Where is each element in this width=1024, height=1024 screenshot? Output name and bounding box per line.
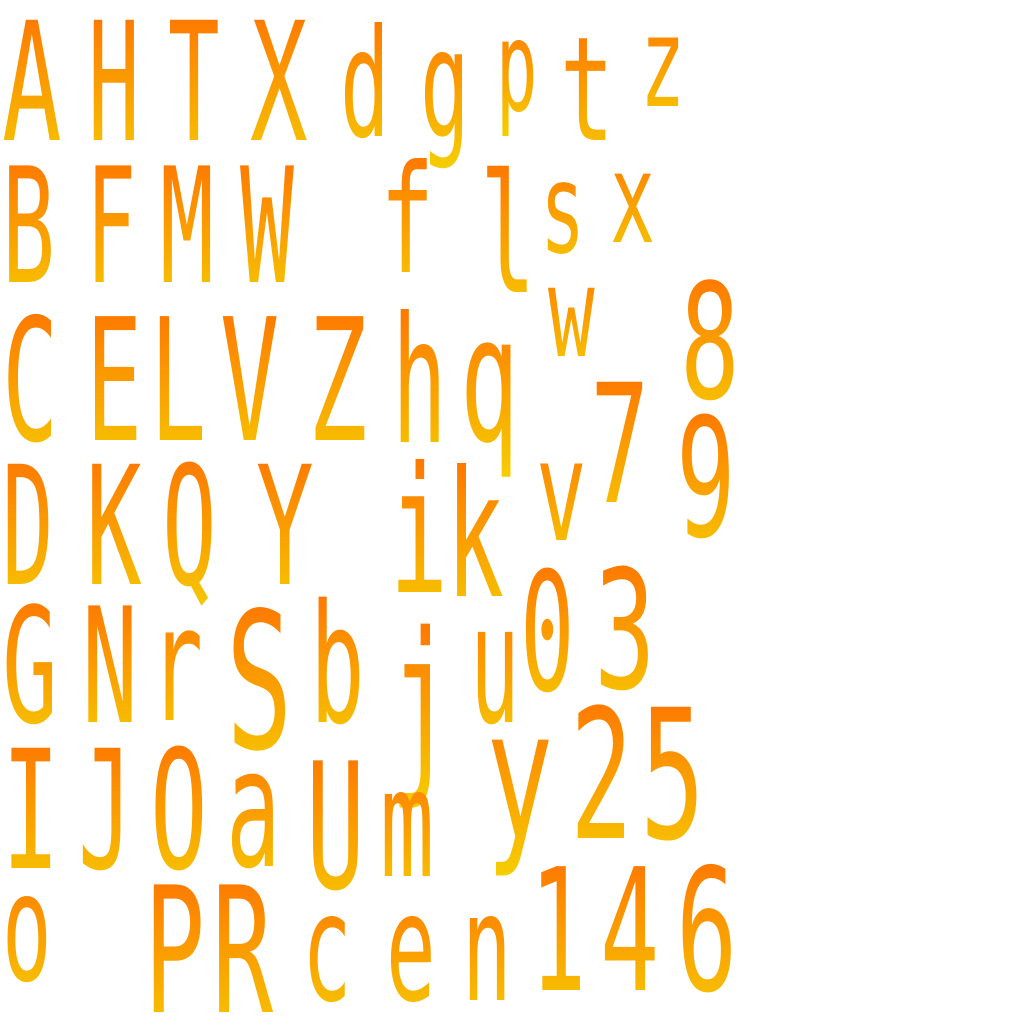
- glyph-6: 6: [676, 834, 737, 1024]
- glyph-7: 7: [590, 350, 650, 542]
- glyph-J: J: [78, 716, 133, 908]
- glyph-4: 4: [600, 832, 659, 1024]
- glyph-P: P: [144, 849, 205, 1024]
- glyph-sheet: A H T Xd g p t zB F M Wf l s xC E L V Zh q w 87D K Q Yik v 9G Nr Sb…: [2, 0, 740, 1024]
- glyph-Z: Z: [308, 282, 367, 480]
- glyph-z: z: [640, 0, 685, 136]
- glyph-o: o: [2, 841, 52, 1016]
- glyph-R: R: [212, 849, 274, 1024]
- glyph-x: x: [610, 127, 655, 273]
- glyph-w: w: [548, 239, 595, 386]
- glyph-n: n: [462, 861, 512, 1024]
- glyph-9: 9: [676, 384, 736, 576]
- glyph-p: p: [496, 0, 537, 140]
- glyph-1: 1: [530, 834, 586, 1024]
- glyph-c: c: [302, 861, 352, 1024]
- glyph-e: e: [386, 861, 436, 1024]
